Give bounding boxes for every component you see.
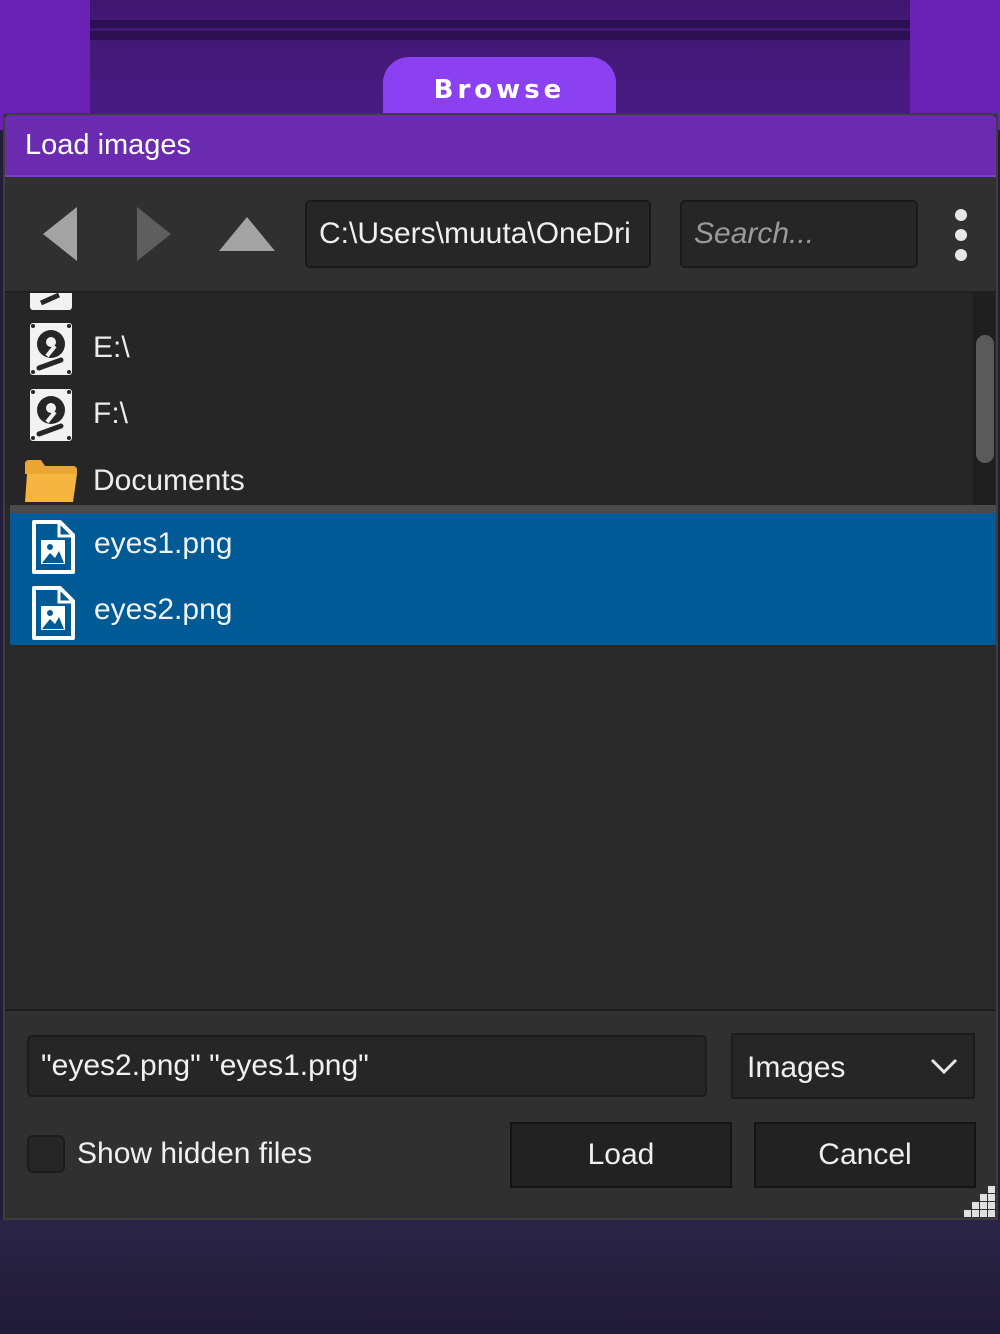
- ellipsis-icon: [955, 209, 967, 221]
- drives-list: E:\ F:\ Documents: [5, 293, 973, 505]
- path-input[interactable]: C:\Users\muuta\OneDri: [305, 200, 651, 268]
- hard-drive-icon: [29, 388, 73, 447]
- background-strip: [90, 20, 910, 28]
- dialog-footer: "eyes2.png" "eyes1.png" Images Show hidd…: [5, 1009, 996, 1218]
- folder-icon: [23, 458, 79, 509]
- show-hidden-checkbox[interactable]: [27, 1135, 65, 1173]
- resize-grip-icon[interactable]: [964, 1186, 996, 1218]
- background-strip: [90, 31, 910, 40]
- file-row-label: eyes2.png: [94, 593, 233, 626]
- list-item-label: F:\: [93, 397, 128, 430]
- load-button[interactable]: Load: [510, 1122, 732, 1188]
- filename-input[interactable]: "eyes2.png" "eyes1.png": [27, 1035, 707, 1097]
- file-row-selected[interactable]: eyes2.png: [10, 579, 996, 645]
- scrollbar-thumb[interactable]: [976, 335, 994, 463]
- ellipsis-icon: [955, 249, 967, 261]
- file-type-select[interactable]: Images: [731, 1033, 975, 1099]
- forward-button[interactable]: [137, 207, 171, 266]
- back-arrow-icon: [43, 207, 77, 261]
- up-arrow-icon: [219, 217, 275, 251]
- back-button[interactable]: [43, 207, 77, 266]
- list-divider: [10, 505, 996, 513]
- load-images-dialog: Load images C:\Users\muuta\OneDri Search…: [3, 113, 998, 1220]
- dialog-title: Load images: [25, 129, 192, 161]
- file-list[interactable]: E:\ F:\ Documents eyes1.png eyes2.png: [5, 293, 996, 1009]
- list-item[interactable]: E:\: [5, 315, 973, 381]
- options-menu-button[interactable]: [949, 205, 973, 265]
- show-hidden-label: Show hidden files: [77, 1137, 313, 1170]
- hard-drive-icon: [29, 293, 73, 316]
- browse-button[interactable]: Browse: [383, 57, 616, 119]
- dialog-toolbar: C:\Users\muuta\OneDri: [5, 177, 996, 293]
- image-file-icon: [30, 520, 76, 579]
- file-row-label: eyes1.png: [94, 527, 233, 560]
- background-bottom: [0, 1220, 1000, 1334]
- forward-arrow-icon: [137, 207, 171, 261]
- search-input[interactable]: [680, 200, 918, 268]
- list-item[interactable]: F:\: [5, 381, 973, 447]
- file-row-selected[interactable]: eyes1.png: [10, 513, 996, 579]
- list-item-label: Documents: [93, 464, 245, 497]
- hard-drive-icon: [29, 322, 73, 381]
- cancel-button[interactable]: Cancel: [754, 1122, 976, 1188]
- list-item-label: E:\: [93, 331, 130, 364]
- dialog-titlebar[interactable]: Load images: [5, 115, 996, 177]
- file-type-value: Images: [747, 1051, 846, 1084]
- parent-folder-button[interactable]: [219, 217, 275, 256]
- chevron-down-icon: [930, 1058, 958, 1075]
- ellipsis-icon: [955, 229, 967, 241]
- image-file-icon: [30, 586, 76, 645]
